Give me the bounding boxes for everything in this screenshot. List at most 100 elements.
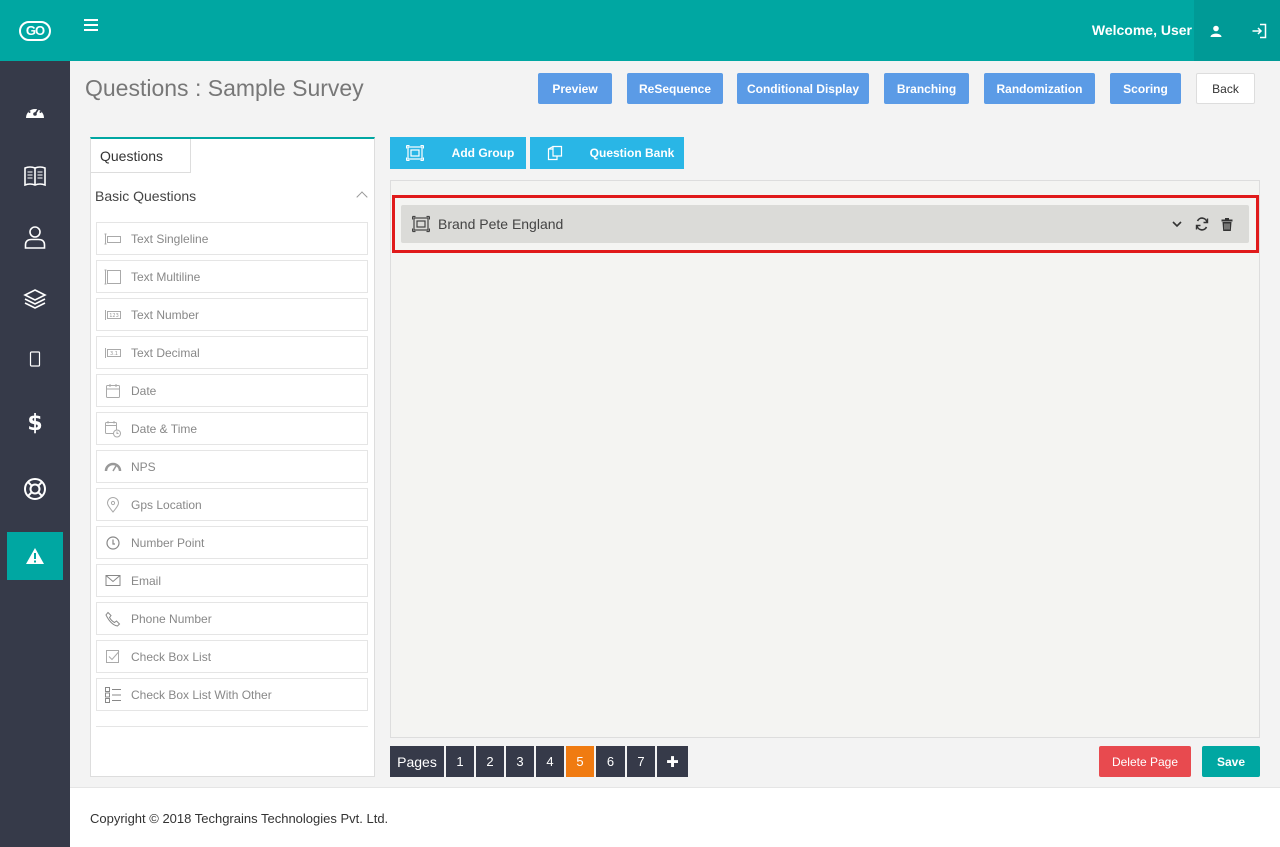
question-type-label: Phone Number [131, 611, 212, 626]
question-type-item[interactable]: NPS [96, 450, 368, 483]
page-button-7[interactable]: 7 [627, 746, 655, 777]
copy-icon [530, 137, 580, 169]
text-multiline-icon [103, 267, 123, 287]
delete-page-button[interactable]: Delete Page [1099, 746, 1191, 777]
svg-text:123: 123 [109, 313, 119, 319]
group-icon [412, 215, 430, 233]
question-type-item[interactable]: Text Singleline [96, 222, 368, 255]
menu-toggle-icon[interactable] [84, 19, 98, 33]
question-types-panel: Questions Basic Questions Text Singlelin… [90, 137, 375, 777]
text-decimal-icon: 3.1 [103, 343, 123, 363]
survey-page-canvas [390, 180, 1260, 738]
randomization-button[interactable]: Randomization [984, 73, 1095, 104]
text-singleline-icon [103, 229, 123, 249]
question-type-item[interactable]: Phone Number [96, 602, 368, 635]
page-button-2[interactable]: 2 [476, 746, 504, 777]
welcome-text: Welcome, User [1091, 22, 1192, 38]
preview-button[interactable]: Preview [538, 73, 612, 104]
checkbox-icon [103, 647, 123, 667]
question-type-label: Date & Time [131, 421, 198, 436]
gauge-icon [103, 457, 123, 477]
footer: Copyright © 2018 Techgrains Technologies… [70, 787, 1280, 847]
page-button-3[interactable]: 3 [506, 746, 534, 777]
sidebar-item-dashboard[interactable] [7, 87, 63, 135]
sidebar-item-layers[interactable] [7, 275, 63, 323]
question-type-label: Email [131, 573, 162, 588]
question-type-label: Date [131, 383, 157, 398]
page-button-4[interactable]: 4 [536, 746, 564, 777]
trash-icon[interactable] [1214, 214, 1239, 234]
question-type-item[interactable]: Gps Location [96, 488, 368, 521]
mobile-icon [29, 351, 41, 367]
pages-label: Pages [390, 746, 444, 777]
copyright-text: Copyright © 2018 Techgrains Technologies… [90, 811, 389, 826]
question-bank-button[interactable]: Question Bank [530, 137, 684, 169]
scoring-button[interactable]: Scoring [1110, 73, 1181, 104]
question-type-label: Check Box List With Other [131, 687, 272, 702]
dollar-icon: $ [27, 411, 42, 435]
chevron-down-icon[interactable] [1164, 214, 1189, 234]
calendar-icon [103, 381, 123, 401]
sidebar-item-support[interactable] [7, 465, 63, 513]
conditional-display-button[interactable]: Conditional Display [737, 73, 869, 104]
number-point-icon [103, 533, 123, 553]
sidebar-item-users[interactable] [7, 213, 63, 261]
resequence-button[interactable]: ReSequence [627, 73, 723, 104]
save-button[interactable]: Save [1202, 746, 1260, 777]
warning-icon [26, 548, 44, 564]
question-type-item[interactable]: Text Multiline [96, 260, 368, 293]
question-bank-label: Question Bank [589, 146, 675, 160]
tab-questions[interactable]: Questions [91, 139, 191, 173]
refresh-icon[interactable] [1189, 214, 1214, 234]
group-icon [390, 137, 440, 169]
add-group-label: Add Group [451, 146, 515, 160]
question-type-item[interactable]: Date [96, 374, 368, 407]
group-title: Brand Pete England [438, 216, 564, 232]
add-page-button[interactable]: ✚ [657, 746, 688, 777]
section-basic-questions[interactable]: Basic Questions [95, 188, 196, 204]
page-title: Questions : Sample Survey [85, 75, 364, 101]
sidebar: $ [0, 61, 70, 847]
question-type-item[interactable]: Number Point [96, 526, 368, 559]
back-button[interactable]: Back [1196, 73, 1255, 104]
logout-icon[interactable] [1237, 0, 1280, 61]
book-icon [24, 166, 46, 187]
question-type-label: Text Decimal [131, 345, 200, 360]
logo-text: GO [18, 20, 52, 41]
add-group-button[interactable]: Add Group [390, 137, 526, 169]
envelope-icon [103, 571, 123, 591]
question-type-label: Number Point [131, 535, 205, 550]
app-logo[interactable]: GO [0, 0, 70, 61]
question-type-item[interactable]: Check Box List With Other [96, 678, 368, 711]
question-type-label: Text Multiline [131, 269, 201, 284]
sidebar-item-billing[interactable]: $ [7, 398, 63, 446]
page-button-5-active[interactable]: 5 [566, 746, 594, 777]
sidebar-item-device[interactable] [7, 335, 63, 383]
svg-text:$: $ [27, 411, 42, 435]
question-type-item[interactable]: Email [96, 564, 368, 597]
calendar-clock-icon [103, 419, 123, 439]
question-type-label: Check Box List [131, 649, 212, 664]
branching-button[interactable]: Branching [884, 73, 969, 104]
sidebar-item-alerts[interactable] [7, 532, 63, 580]
top-bar: GO Welcome, User [0, 0, 1280, 61]
page-button-6[interactable]: 6 [596, 746, 625, 777]
chevron-up-icon[interactable] [356, 191, 368, 203]
topbar-actions [1194, 0, 1280, 61]
map-pin-icon [103, 495, 123, 515]
question-type-item[interactable]: 123 Text Number [96, 298, 368, 331]
question-type-label: Text Number [131, 307, 200, 322]
question-type-item[interactable]: Date & Time [96, 412, 368, 445]
sidebar-item-surveys[interactable] [7, 152, 63, 200]
layers-icon [23, 289, 47, 309]
svg-text:3.1: 3.1 [110, 351, 118, 357]
question-type-item[interactable]: 3.1 Text Decimal [96, 336, 368, 369]
checklist-icon [103, 685, 123, 705]
user-profile-icon[interactable] [1194, 0, 1237, 61]
page-button-1[interactable]: 1 [446, 746, 474, 777]
phone-icon [103, 609, 123, 629]
question-type-item[interactable]: Check Box List [96, 640, 368, 673]
divider [96, 726, 368, 727]
speedometer-icon [26, 105, 44, 118]
question-group[interactable]: Brand Pete England [401, 205, 1249, 243]
